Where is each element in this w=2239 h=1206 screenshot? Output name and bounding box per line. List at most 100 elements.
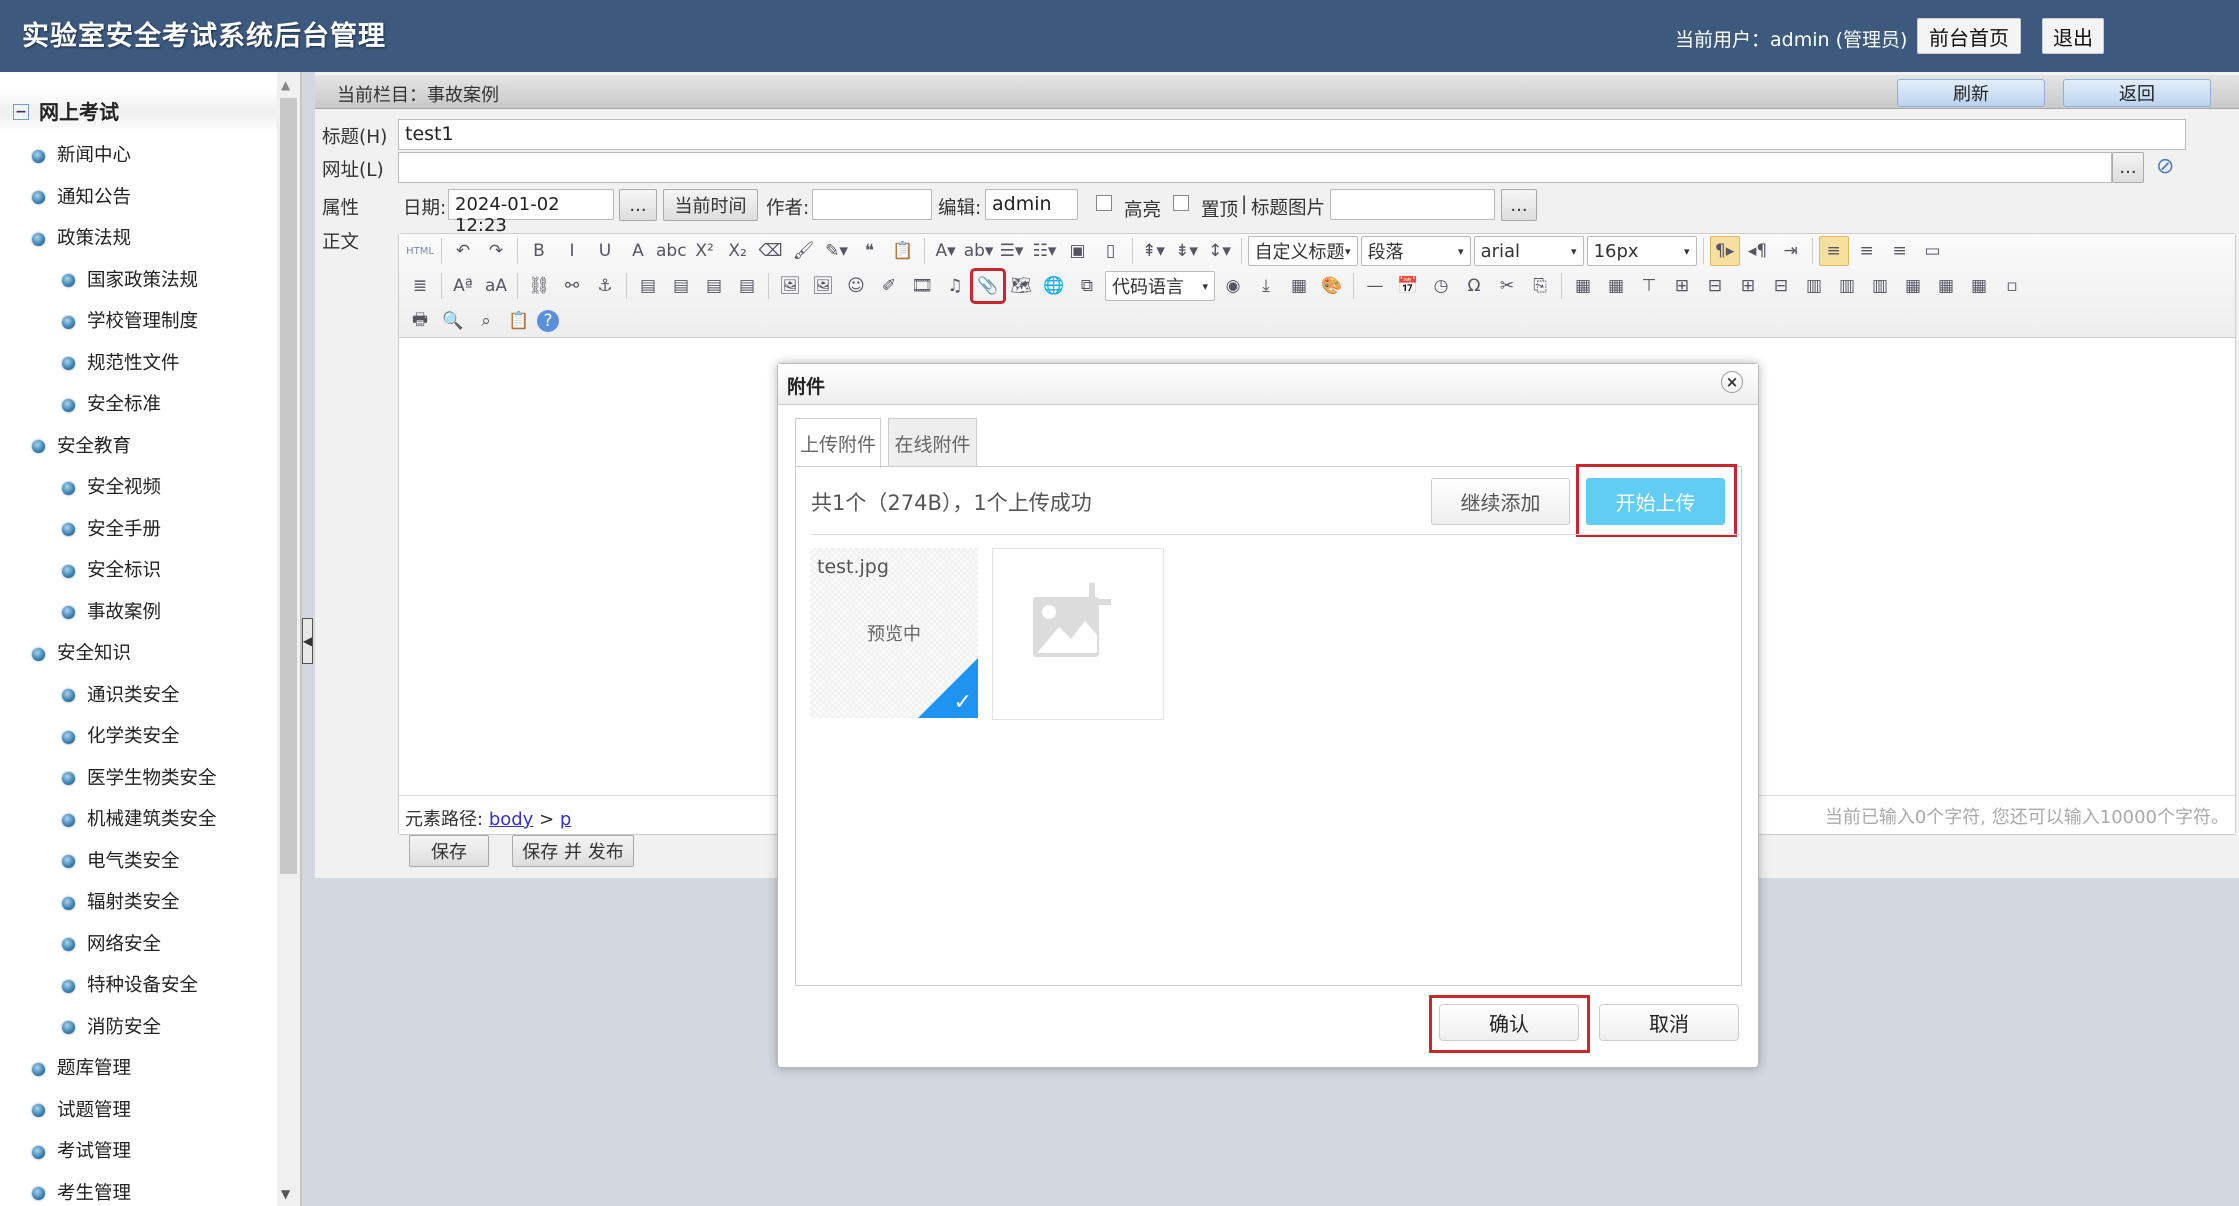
- insertcode-select[interactable]: 代码语言 ▾: [1105, 271, 1215, 301]
- pin-top-checkbox[interactable]: [1173, 195, 1189, 211]
- url-input[interactable]: [398, 152, 2112, 183]
- paragraphbeforetable-icon[interactable]: ⊤: [1634, 271, 1664, 301]
- save-button[interactable]: 保存: [409, 835, 489, 867]
- strikethrough-icon[interactable]: abc: [656, 236, 687, 266]
- back-button[interactable]: 返回: [2063, 79, 2211, 107]
- lineheight-icon[interactable]: ↕▾: [1205, 236, 1235, 266]
- logout-button[interactable]: 退出: [2042, 18, 2104, 54]
- sidebar-item[interactable]: 题库管理: [32, 1057, 131, 1081]
- link-icon[interactable]: ⛓: [524, 271, 554, 301]
- title-input[interactable]: test1: [398, 119, 2186, 150]
- unorderedlist-icon[interactable]: ☷▾: [1030, 236, 1060, 266]
- sidebar-item[interactable]: 安全标准: [62, 393, 161, 417]
- wordimage-icon[interactable]: ⎘: [1525, 271, 1555, 301]
- template-icon[interactable]: ▦: [1284, 271, 1314, 301]
- italic-icon[interactable]: I: [557, 236, 587, 266]
- touppercase-icon[interactable]: Aª: [448, 271, 478, 301]
- redo-icon[interactable]: ↷: [481, 236, 511, 266]
- insertvideo-icon[interactable]: 🎞: [907, 271, 937, 301]
- path-body-link[interactable]: body: [489, 809, 534, 830]
- spechars-icon[interactable]: Ω: [1459, 271, 1489, 301]
- add-file-button[interactable]: [992, 548, 1164, 720]
- help-icon[interactable]: ?: [537, 310, 559, 332]
- sidebar-item[interactable]: 规范性文件: [62, 352, 180, 376]
- tolowercase-icon[interactable]: aA: [481, 271, 511, 301]
- imagecenter-icon[interactable]: ▤: [732, 271, 762, 301]
- scrawl-icon[interactable]: ✐: [874, 271, 904, 301]
- sidebar-header[interactable]: − 网上考试: [0, 90, 277, 134]
- sidebar-item[interactable]: 通知公告: [32, 186, 131, 210]
- fullscreen-icon[interactable]: ▭: [1918, 236, 1948, 266]
- bold-icon[interactable]: B: [524, 236, 554, 266]
- sidebar-item[interactable]: 安全手册: [62, 518, 161, 542]
- date-input[interactable]: 2024-01-02 12:23: [448, 189, 614, 236]
- mergecells-icon[interactable]: ▥: [1799, 271, 1829, 301]
- unlink-icon[interactable]: ⚯: [557, 271, 587, 301]
- print-icon[interactable]: 🖶: [405, 306, 435, 336]
- collapse-sidebar-handle[interactable]: ◀: [302, 618, 313, 664]
- subscript-icon[interactable]: X₂: [723, 236, 753, 266]
- close-icon[interactable]: ×: [1721, 371, 1743, 393]
- date-icon[interactable]: 📅: [1393, 271, 1423, 301]
- fontsize-select[interactable]: 16px ▾: [1586, 236, 1697, 266]
- sidebar-item[interactable]: 化学类安全: [62, 725, 180, 749]
- orderedlist-icon[interactable]: ☰▾: [997, 236, 1027, 266]
- backcolor-icon[interactable]: ab▾: [964, 236, 994, 266]
- link-check-icon[interactable]: ⊘: [2156, 154, 2174, 179]
- justifyjustify-icon[interactable]: ≣: [405, 271, 435, 301]
- insertcol-icon[interactable]: ⊞: [1733, 271, 1763, 301]
- formatmatch-icon[interactable]: 🖌: [789, 236, 819, 266]
- justifyleft-icon[interactable]: ≡: [1818, 236, 1849, 266]
- insertimage-icon[interactable]: 🖼: [808, 271, 838, 301]
- paragraph-select[interactable]: 段落 ▾: [1360, 236, 1471, 266]
- dialog-titlebar[interactable]: [778, 364, 1758, 405]
- sidebar-item[interactable]: 医学生物类安全: [62, 767, 217, 791]
- searchreplace-icon[interactable]: ⌕: [471, 306, 501, 336]
- webapp-icon[interactable]: ◉: [1218, 271, 1248, 301]
- sidebar-item[interactable]: 安全知识: [32, 642, 131, 666]
- sidebar-item[interactable]: 新闻中心: [32, 144, 131, 168]
- justifycenter-icon[interactable]: ≡: [1852, 236, 1882, 266]
- customstyle-select[interactable]: 自定义标题 ▾: [1247, 236, 1358, 266]
- sidebar-item[interactable]: 试题管理: [32, 1099, 131, 1123]
- current-time-button[interactable]: 当前时间: [663, 189, 758, 221]
- preview-icon[interactable]: 🔍: [438, 306, 468, 336]
- sidebar-item[interactable]: 通识类安全: [62, 684, 180, 708]
- sidebar-item[interactable]: 消防安全: [62, 1016, 161, 1040]
- sidebar-item[interactable]: 安全教育: [32, 435, 131, 459]
- anchor-icon[interactable]: ⚓: [590, 271, 620, 301]
- fontborder-icon[interactable]: A: [623, 236, 653, 266]
- gmap-icon[interactable]: 🌐: [1039, 271, 1069, 301]
- drafts-icon[interactable]: 📋: [504, 306, 534, 336]
- mergeright-icon[interactable]: ▥: [1832, 271, 1862, 301]
- sidebar-item[interactable]: 电气类安全: [62, 850, 180, 874]
- collapse-icon[interactable]: −: [13, 104, 29, 120]
- author-input[interactable]: [812, 189, 932, 220]
- deleterow-icon[interactable]: ⊟: [1700, 271, 1730, 301]
- title-image-input[interactable]: [1330, 189, 1495, 220]
- path-p-link[interactable]: p: [560, 809, 571, 830]
- scroll-up-icon[interactable]: ▲: [281, 78, 290, 92]
- eraser-icon[interactable]: ⌫: [756, 236, 786, 266]
- refresh-button[interactable]: 刷新: [1897, 79, 2045, 107]
- sidebar-item[interactable]: 考生管理: [32, 1182, 131, 1206]
- sidebar-item[interactable]: 机械建筑类安全: [62, 808, 217, 832]
- sidebar-item[interactable]: 事故案例: [62, 601, 161, 625]
- superscript-icon[interactable]: X²: [690, 236, 720, 266]
- editor-input[interactable]: admin: [985, 189, 1078, 220]
- justifyright-icon[interactable]: ≡: [1885, 236, 1915, 266]
- tab-upload-attachment[interactable]: 上传附件: [795, 418, 881, 468]
- undo-icon[interactable]: ↶: [448, 236, 478, 266]
- scroll-down-icon[interactable]: ▼: [281, 1187, 290, 1201]
- deletecol-icon[interactable]: ⊟: [1766, 271, 1796, 301]
- sidebar-item[interactable]: 学校管理制度: [62, 310, 198, 334]
- attachment-icon[interactable]: 📎: [970, 268, 1006, 304]
- autotypeset-icon[interactable]: ✎▾: [822, 236, 852, 266]
- selectall-icon[interactable]: ▣: [1063, 236, 1093, 266]
- underline-icon[interactable]: U: [590, 236, 620, 266]
- save-publish-button[interactable]: 保存 并 发布: [512, 835, 634, 867]
- sidebar-item[interactable]: 安全视频: [62, 476, 161, 500]
- rowspacingbottom-icon[interactable]: ⇟▾: [1172, 236, 1202, 266]
- splittocells-icon[interactable]: ▦: [1898, 271, 1928, 301]
- directionltr-icon[interactable]: ¶▸: [1709, 236, 1740, 266]
